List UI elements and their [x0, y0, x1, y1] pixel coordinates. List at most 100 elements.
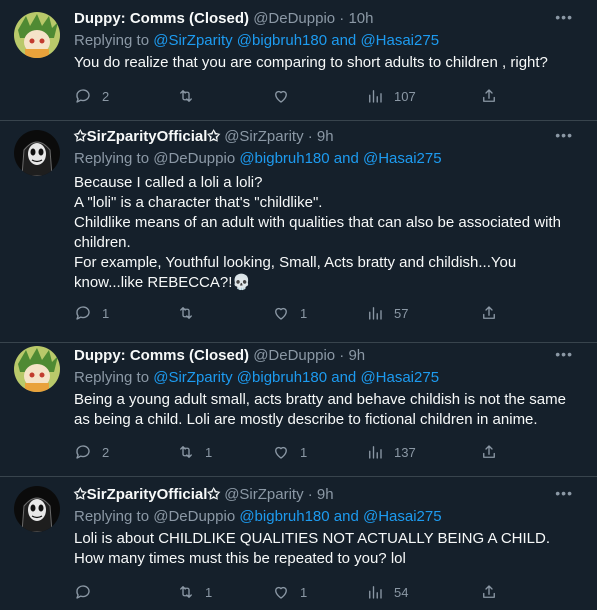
retweet-icon — [180, 586, 192, 598]
retweet-button[interactable] — [177, 303, 205, 323]
avatar[interactable] — [14, 130, 60, 176]
display-name[interactable]: ✩SirZparityOfficial✩ — [74, 128, 220, 145]
tweet-actions: 1 1 54 — [74, 582, 504, 602]
display-name[interactable]: ✩SirZparityOfficial✩ — [74, 486, 220, 503]
like-button[interactable]: 1 — [272, 442, 307, 462]
mention-link[interactable]: @DeDuppio — [153, 508, 235, 525]
tweet-actions: 2 1 1 137 — [74, 442, 504, 462]
timestamp[interactable]: · 10h — [339, 10, 373, 27]
reply-count: 2 — [102, 88, 110, 104]
tweet-actions: 2 107 — [74, 86, 504, 106]
replying-to: Replying to @SirZparity @bigbruh180 and … — [74, 369, 440, 386]
like-count: 1 — [300, 584, 308, 600]
like-button[interactable] — [272, 86, 300, 106]
reply-icon — [76, 306, 90, 320]
mention-link[interactable]: @DeDuppio — [153, 150, 235, 167]
reply-button[interactable]: 2 — [74, 442, 109, 462]
share-button[interactable] — [480, 303, 498, 323]
user-handle[interactable]: @DeDuppio — [253, 347, 335, 364]
reply-button[interactable]: 1 — [74, 303, 109, 323]
tweet-text-line: For example, Youthful looking, Small, Ac… — [74, 254, 517, 291]
tweet-text-line: Because I called a loli a loli? — [74, 174, 263, 191]
retweet-count: 1 — [205, 444, 213, 460]
views-button[interactable]: 57 — [366, 303, 408, 323]
more-icon[interactable]: ••• — [555, 127, 573, 143]
replying-to: Replying to @SirZparity @bigbruh180 and … — [74, 32, 440, 49]
mention-link[interactable]: @SirZparity @bigbruh180 and @Hasai275 — [153, 32, 439, 49]
avatar[interactable] — [14, 486, 60, 532]
reply-count: 1 — [102, 305, 110, 321]
user-handle[interactable]: @SirZparity — [224, 128, 303, 145]
tweet-text: You do realize that you are comparing to… — [74, 54, 548, 71]
like-count: 1 — [300, 444, 308, 460]
share-icon — [483, 306, 495, 319]
share-button[interactable] — [480, 582, 498, 602]
more-icon[interactable]: ••• — [555, 9, 573, 25]
heart-icon — [275, 307, 287, 320]
views-icon — [369, 446, 382, 459]
timestamp[interactable]: · 9h — [308, 486, 334, 503]
retweet-icon — [180, 446, 192, 458]
tweet-text: Loli is about CHILDLIKE QUALITIES NOT AC… — [74, 530, 551, 567]
timestamp[interactable]: · 9h — [339, 347, 365, 364]
like-count: 1 — [300, 305, 308, 321]
tweet-text-line: A "loli" is a character that's "childlik… — [74, 194, 323, 211]
avatar-image — [14, 12, 60, 58]
views-button[interactable]: 107 — [366, 86, 416, 106]
share-icon — [483, 445, 495, 458]
reply-count: 2 — [102, 444, 110, 460]
user-handle[interactable]: @SirZparity — [224, 486, 303, 503]
views-button[interactable]: 54 — [366, 582, 408, 602]
retweet-icon — [180, 307, 192, 319]
display-name[interactable]: Duppy: Comms (Closed) — [74, 10, 249, 27]
more-icon[interactable]: ••• — [555, 346, 573, 362]
avatar-image — [14, 486, 60, 532]
retweet-button[interactable] — [177, 86, 205, 106]
reply-button[interactable] — [74, 582, 102, 602]
retweet-count: 1 — [205, 584, 213, 600]
tweet-actions: 1 1 57 — [74, 303, 504, 323]
retweet-button[interactable]: 1 — [177, 582, 212, 602]
like-button[interactable]: 1 — [272, 303, 307, 323]
avatar-image — [14, 130, 60, 176]
more-icon[interactable]: ••• — [555, 485, 573, 501]
reply-button[interactable]: 2 — [74, 86, 109, 106]
retweet-icon — [180, 90, 192, 102]
tweet[interactable]: Duppy: Comms (Closed) @DeDuppio · 9h •••… — [0, 342, 597, 477]
views-icon — [369, 307, 382, 320]
retweet-button[interactable]: 1 — [177, 442, 212, 462]
tweet-text-line: Childlike means of an adult with qualiti… — [74, 214, 561, 251]
views-icon — [369, 90, 382, 103]
timestamp[interactable]: · 9h — [308, 128, 334, 145]
heart-icon — [275, 586, 287, 599]
replying-to: Replying to @DeDuppio @bigbruh180 and @H… — [74, 508, 442, 525]
share-button[interactable] — [480, 86, 498, 106]
share-icon — [483, 585, 495, 598]
mention-link[interactable]: @SirZparity @bigbruh180 and @Hasai275 — [153, 369, 439, 386]
heart-icon — [275, 446, 287, 459]
tweet[interactable]: ✩SirZparityOfficial✩ @SirZparity · 9h ••… — [0, 476, 597, 610]
views-button[interactable]: 137 — [366, 442, 416, 462]
replying-to: Replying to @DeDuppio @bigbruh180 and @H… — [74, 150, 442, 167]
reply-icon — [76, 89, 90, 103]
mention-link[interactable]: @bigbruh180 and @Hasai275 — [239, 150, 441, 167]
user-handle[interactable]: @DeDuppio — [253, 10, 335, 27]
heart-icon — [275, 90, 287, 103]
avatar[interactable] — [14, 12, 60, 58]
avatar-image — [14, 346, 60, 392]
like-button[interactable]: 1 — [272, 582, 307, 602]
tweet[interactable]: ✩SirZparityOfficial✩ @SirZparity · 9h ••… — [0, 120, 597, 343]
view-count: 54 — [394, 584, 409, 600]
view-count: 137 — [394, 444, 416, 460]
share-button[interactable] — [480, 442, 498, 462]
reply-icon — [76, 445, 90, 459]
views-icon — [369, 586, 382, 599]
tweet-text: Being a young adult small, acts bratty a… — [74, 391, 566, 428]
avatar[interactable] — [14, 346, 60, 392]
reply-icon — [76, 585, 90, 599]
view-count: 57 — [394, 305, 409, 321]
tweet[interactable]: Duppy: Comms (Closed) @DeDuppio · 10h ••… — [0, 0, 597, 121]
display-name[interactable]: Duppy: Comms (Closed) — [74, 347, 249, 364]
mention-link[interactable]: @bigbruh180 and @Hasai275 — [239, 508, 441, 525]
tweet-text: Because I called a loli a loli? A "loli"… — [74, 173, 583, 293]
